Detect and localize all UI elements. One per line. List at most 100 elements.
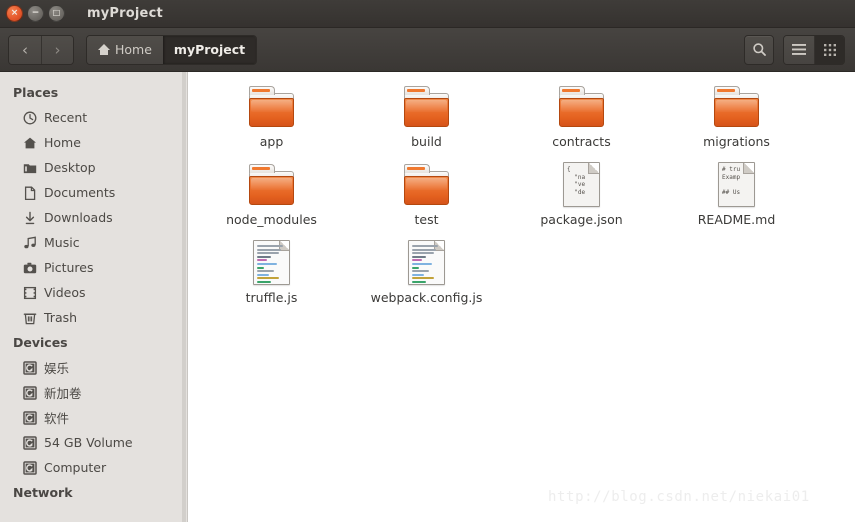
list-view-icon xyxy=(792,44,806,55)
file-icon-wrapper: # tru Examp ## Us xyxy=(718,161,755,207)
breadcrumb-item-myproject[interactable]: myProject xyxy=(162,35,257,64)
sidebar-item-recent[interactable]: Recent xyxy=(0,105,187,130)
file-name-label: contracts xyxy=(552,134,611,149)
sidebar-item-label: Computer xyxy=(44,460,107,475)
sidebar-item-label: Recent xyxy=(44,110,88,125)
file-item[interactable]: test xyxy=(349,156,504,234)
trash-icon xyxy=(22,310,37,325)
chevron-left-icon: ‹ xyxy=(22,40,28,59)
file-grid: app build contracts migrations node_modules t… xyxy=(189,72,855,312)
file-icon-wrapper xyxy=(403,161,451,207)
document-preview-text: { "na "ve "de xyxy=(567,166,586,196)
toolbar-right-controls xyxy=(744,34,845,65)
sidebar-item-[interactable]: 软件 xyxy=(0,405,187,430)
sidebar-item-pictures[interactable]: Pictures xyxy=(0,255,187,280)
file-icon-wrapper xyxy=(403,83,451,129)
harddisk-icon xyxy=(22,410,37,425)
file-item[interactable]: node_modules xyxy=(194,156,349,234)
navigation-buttons: ‹ › xyxy=(8,34,74,65)
home-icon xyxy=(22,135,37,150)
sidebar-item-54-gb-volume[interactable]: 54 GB Volume xyxy=(0,430,187,455)
file-item[interactable]: webpack.config.js xyxy=(349,234,504,312)
file-name-label: package.json xyxy=(540,212,623,227)
file-icon-wrapper: { "na "ve "de xyxy=(563,161,600,207)
document-icon xyxy=(22,185,37,200)
search-button[interactable] xyxy=(744,34,774,65)
file-list-area[interactable]: app build contracts migrations node_modules t… xyxy=(189,72,855,522)
music-note-icon xyxy=(22,235,37,250)
grid-view-button[interactable] xyxy=(814,35,844,64)
minimize-icon: − xyxy=(31,7,40,18)
file-manager-window: × − □ myProject ‹ › Home myProject Place… xyxy=(0,0,855,522)
chevron-right-icon: › xyxy=(54,40,61,59)
file-item[interactable]: # tru Examp ## Us README.md xyxy=(659,156,814,234)
forward-button[interactable]: › xyxy=(41,35,73,64)
maximize-icon: □ xyxy=(52,8,61,17)
harddisk-icon xyxy=(22,435,37,450)
maximize-button[interactable]: □ xyxy=(48,5,65,22)
sidebar-item-home[interactable]: Home xyxy=(0,130,187,155)
document-file-icon: # tru Examp ## Us xyxy=(718,162,755,207)
file-name-label: migrations xyxy=(703,134,770,149)
file-name-label: truffle.js xyxy=(245,290,298,305)
desktop-folder-icon xyxy=(22,160,37,175)
sidebar-item-desktop[interactable]: Desktop xyxy=(0,155,187,180)
sidebar-item-[interactable]: 新加卷 xyxy=(0,380,187,405)
sidebar-item-trash[interactable]: Trash xyxy=(0,305,187,330)
file-item[interactable]: migrations xyxy=(659,78,814,156)
view-mode-buttons xyxy=(783,34,845,65)
sidebar-item-label: Documents xyxy=(44,185,116,200)
sidebar-item-computer[interactable]: Computer xyxy=(0,455,187,480)
harddisk-icon xyxy=(22,385,37,400)
file-name-label: webpack.config.js xyxy=(370,290,483,305)
folder-icon xyxy=(713,85,761,129)
sidebar-item-music[interactable]: Music xyxy=(0,230,187,255)
sidebar[interactable]: Places Recent Home Desktop Documents Download… xyxy=(0,72,188,522)
sidebar-scrollbar-track[interactable] xyxy=(182,72,186,522)
sidebar-item-videos[interactable]: Videos xyxy=(0,280,187,305)
search-icon xyxy=(752,43,766,56)
breadcrumb-item-home[interactable]: Home xyxy=(87,35,163,64)
sidebar-group-title: Network xyxy=(13,485,73,500)
close-icon: × xyxy=(10,7,19,18)
code-preview-lines xyxy=(257,245,288,284)
file-icon-wrapper xyxy=(248,83,296,129)
breadcrumb-label-myproject: myProject xyxy=(173,42,246,57)
toolbar: ‹ › Home myProject xyxy=(0,28,855,72)
file-icon-wrapper xyxy=(408,239,445,285)
file-icon-wrapper xyxy=(253,239,290,285)
home-icon xyxy=(23,137,36,148)
file-item[interactable]: contracts xyxy=(504,78,659,156)
file-item[interactable]: app xyxy=(194,78,349,156)
sidebar-item-label: Videos xyxy=(44,285,86,300)
document-file-icon: { "na "ve "de xyxy=(563,162,600,207)
back-button[interactable]: ‹ xyxy=(9,35,41,64)
sidebar-group-title: Places xyxy=(13,85,59,100)
file-name-label: node_modules xyxy=(226,212,317,227)
minimize-button[interactable]: − xyxy=(27,5,44,22)
watermark-text: http://blog.csdn.net/niekai01 xyxy=(548,489,810,505)
file-item[interactable]: { "na "ve "de package.json xyxy=(504,156,659,234)
file-name-label: build xyxy=(411,134,442,149)
sidebar-item-label: Downloads xyxy=(44,210,113,225)
code-preview-lines xyxy=(412,245,443,284)
film-icon xyxy=(22,285,37,300)
window-title: myProject xyxy=(87,6,163,21)
window-controls: × − □ xyxy=(6,5,65,22)
list-view-button[interactable] xyxy=(784,35,814,64)
folder-icon xyxy=(403,163,451,207)
camera-icon xyxy=(23,262,36,273)
document-preview-text: # tru Examp ## Us xyxy=(722,166,741,196)
download-icon xyxy=(22,210,37,225)
file-name-label: README.md xyxy=(697,212,776,227)
sidebar-item-downloads[interactable]: Downloads xyxy=(0,205,187,230)
code-file-icon xyxy=(253,240,290,285)
sidebar-item-[interactable]: 娱乐 xyxy=(0,355,187,380)
file-item[interactable]: build xyxy=(349,78,504,156)
desktop-folder-icon xyxy=(23,163,36,173)
sidebar-item-label: Trash xyxy=(44,310,78,325)
sidebar-item-documents[interactable]: Documents xyxy=(0,180,187,205)
file-item[interactable]: truffle.js xyxy=(194,234,349,312)
sidebar-item-label: Pictures xyxy=(44,260,94,275)
close-button[interactable]: × xyxy=(6,5,23,22)
